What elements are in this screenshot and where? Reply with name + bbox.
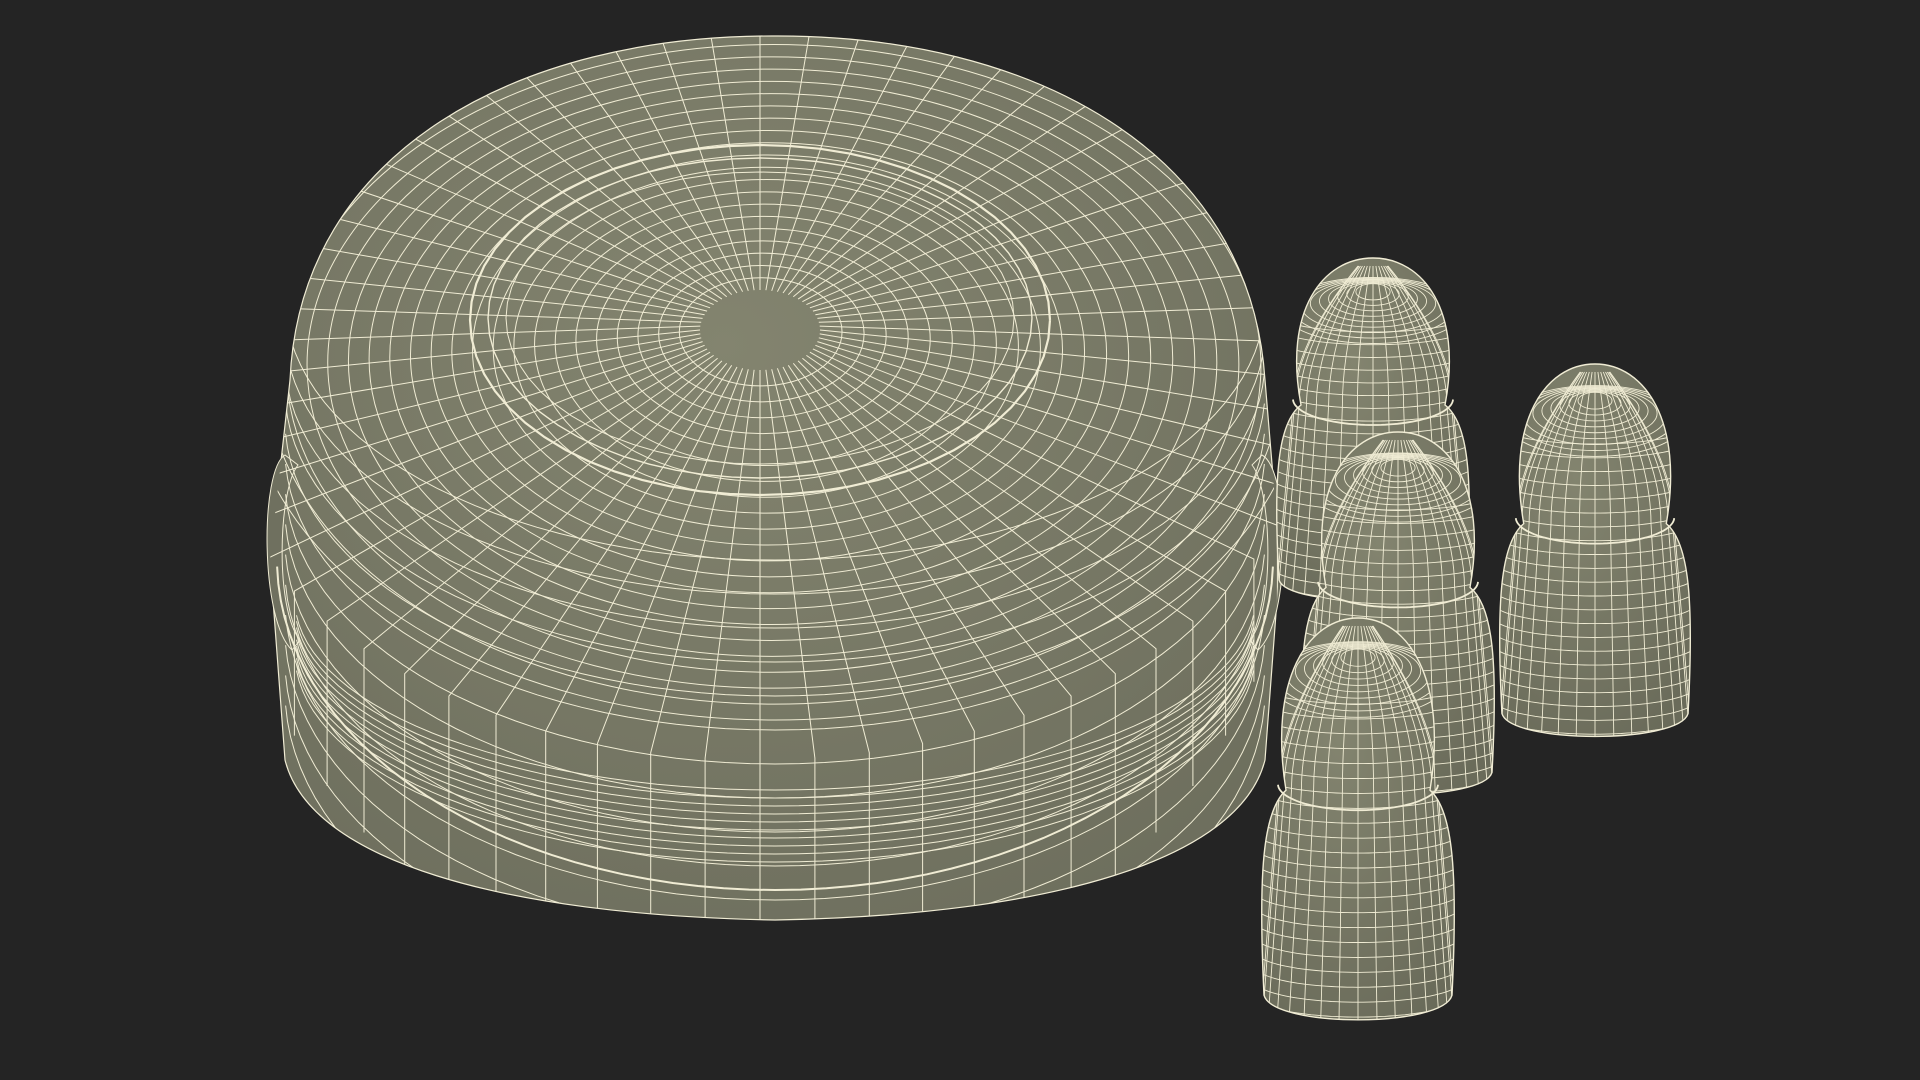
wireframe-scene <box>0 0 1920 1080</box>
render-viewport <box>0 0 1920 1080</box>
